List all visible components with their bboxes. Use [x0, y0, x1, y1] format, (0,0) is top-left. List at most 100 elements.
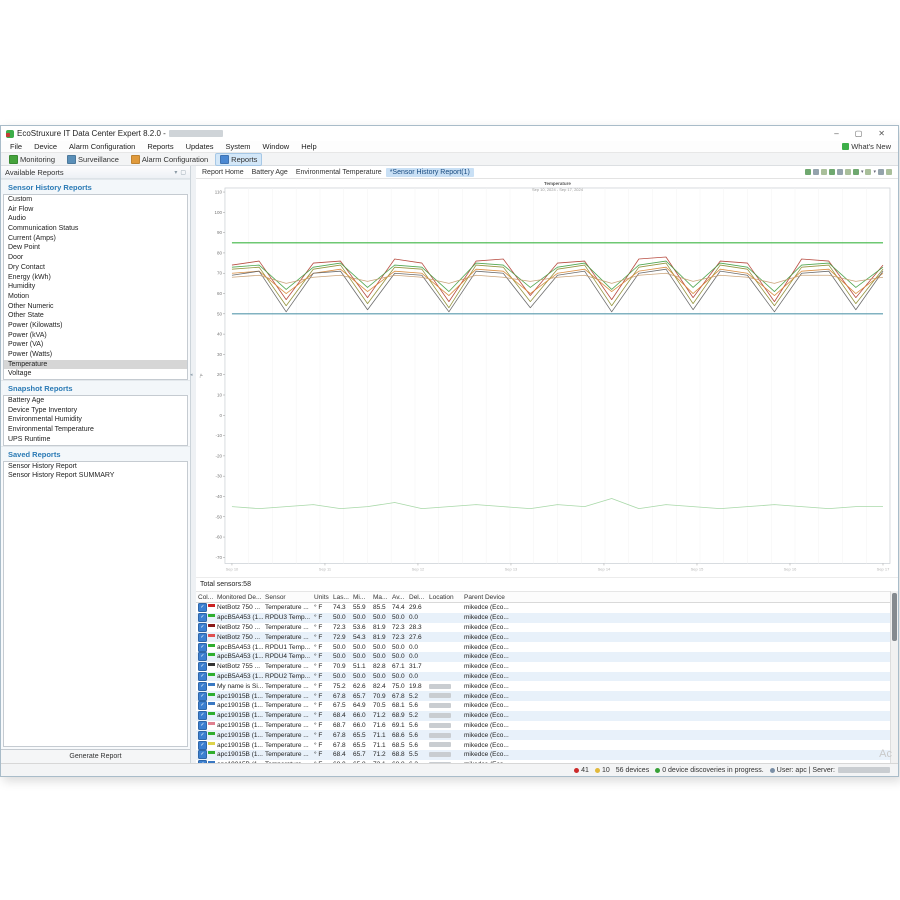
report-item-energy-kwh[interactable]: Energy (kWh): [4, 273, 187, 283]
table-view-icon[interactable]: [805, 169, 811, 175]
tab-report-home[interactable]: Report Home: [198, 168, 248, 177]
tab-sensor-history-report-1[interactable]: *Sensor History Report(1): [386, 168, 474, 177]
report-item-power-watts[interactable]: Power (Watts): [4, 350, 187, 360]
sensor-row[interactable]: ✓apc19015B (1...Temperature ...° F67.865…: [196, 730, 890, 740]
report-item-humidity[interactable]: Humidity: [4, 282, 187, 292]
column-header-las[interactable]: Las...: [331, 594, 351, 601]
table-scrollbar-thumb[interactable]: [892, 593, 897, 641]
sensor-row[interactable]: ✓NetBotz 750 ...Temperature ...° F72.353…: [196, 623, 890, 633]
sensor-row[interactable]: ✓apc19015B (1...Temperature ...° F68.466…: [196, 711, 890, 721]
row-checkbox[interactable]: ✓: [198, 760, 207, 763]
minimize-button[interactable]: –: [834, 129, 838, 138]
row-checkbox[interactable]: ✓: [198, 623, 207, 632]
row-checkbox[interactable]: ✓: [198, 652, 207, 661]
report-item-environmental-humidity[interactable]: Environmental Humidity: [4, 415, 187, 425]
row-checkbox[interactable]: ✓: [198, 701, 207, 710]
report-item-door[interactable]: Door: [4, 253, 187, 263]
report-item-dry-contact[interactable]: Dry Contact: [4, 263, 187, 273]
report-item-environmental-temperature[interactable]: Environmental Temperature: [4, 425, 187, 435]
whats-new-link[interactable]: What's New: [842, 142, 895, 151]
column-header-av[interactable]: Av...: [390, 594, 407, 601]
report-item-current-amps[interactable]: Current (Amps): [4, 234, 187, 244]
table-scrollbar[interactable]: [890, 591, 898, 763]
menu-help[interactable]: Help: [295, 142, 322, 151]
export-dropdown[interactable]: ▾: [861, 169, 864, 175]
row-checkbox[interactable]: ✓: [198, 633, 207, 642]
calendar-icon[interactable]: [845, 169, 851, 175]
row-checkbox[interactable]: ✓: [198, 692, 207, 701]
zoom-in-icon[interactable]: [829, 169, 835, 175]
maximize-panel-icon[interactable]: ▢: [180, 169, 186, 176]
perspective-reports[interactable]: Reports: [215, 153, 262, 166]
perspective-monitoring[interactable]: Monitoring: [4, 153, 60, 166]
column-header-monitored-de[interactable]: Monitored De...: [215, 594, 263, 601]
sensor-row[interactable]: ✓My name is Si...Temperature ...° F75.26…: [196, 681, 890, 691]
sensor-row[interactable]: ✓apcB5A453 (1...RPDU1 Temp...° F50.050.0…: [196, 642, 890, 652]
report-item-voltage[interactable]: Voltage: [4, 369, 187, 379]
layout-icon[interactable]: [865, 169, 871, 175]
row-checkbox[interactable]: ✓: [198, 672, 207, 681]
report-item-power-kva[interactable]: Power (kVA): [4, 331, 187, 341]
report-item-ups-runtime[interactable]: UPS Runtime: [4, 435, 187, 445]
report-item-air-flow[interactable]: Air Flow: [4, 205, 187, 215]
report-item-power-kilowatts[interactable]: Power (Kilowatts): [4, 321, 187, 331]
menu-window[interactable]: Window: [257, 142, 296, 151]
refresh-icon[interactable]: [821, 169, 827, 175]
sensor-row[interactable]: ✓NetBotz 750 ...Temperature ...° F74.355…: [196, 603, 890, 613]
generate-report-button[interactable]: Generate Report: [1, 749, 190, 763]
row-checkbox[interactable]: ✓: [198, 682, 207, 691]
menu-alarm-configuration[interactable]: Alarm Configuration: [63, 142, 141, 151]
zoom-out-icon[interactable]: [837, 169, 843, 175]
column-header-location[interactable]: Location: [427, 594, 462, 601]
row-checkbox[interactable]: ✓: [198, 711, 207, 720]
sensor-row[interactable]: ✓apc19015B (1...Temperature ...° F68.766…: [196, 721, 890, 731]
sensor-row[interactable]: ✓apc19015B (1...Temperature ...° F67.865…: [196, 691, 890, 701]
sensor-row[interactable]: ✓apc19015B (1...Temperature ...° F68.465…: [196, 750, 890, 760]
row-checkbox[interactable]: ✓: [198, 731, 207, 740]
report-item-custom[interactable]: Custom: [4, 195, 187, 205]
maximize-button[interactable]: ▢: [855, 129, 863, 138]
row-checkbox[interactable]: ✓: [198, 741, 207, 750]
row-checkbox[interactable]: ✓: [198, 603, 207, 612]
sensor-row[interactable]: ✓NetBotz 750 ...Temperature ...° F72.954…: [196, 632, 890, 642]
column-header-sensor[interactable]: Sensor: [263, 594, 312, 601]
perspective-alarm-configuration[interactable]: Alarm Configuration: [126, 153, 213, 166]
report-item-temperature[interactable]: Temperature: [4, 360, 187, 370]
row-checkbox[interactable]: ✓: [198, 613, 207, 622]
report-item-other-state[interactable]: Other State: [4, 311, 187, 321]
sensor-row[interactable]: ✓apc19015B (1...Temperature ...° F67.564…: [196, 701, 890, 711]
menu-file[interactable]: File: [4, 142, 28, 151]
column-header-ma[interactable]: Ma...: [371, 594, 390, 601]
menu-updates[interactable]: Updates: [180, 142, 220, 151]
menu-system[interactable]: System: [220, 142, 257, 151]
sensor-row[interactable]: ✓apcB5A453 (1...RPDU2 Temp...° F50.050.0…: [196, 672, 890, 682]
chart-view-icon[interactable]: [813, 169, 819, 175]
report-item-sensor-history-report[interactable]: Sensor History Report: [4, 462, 187, 472]
menu-device[interactable]: Device: [28, 142, 63, 151]
collapse-sash-icon[interactable]: ◂: [190, 372, 193, 378]
column-header-mi[interactable]: Mi...: [351, 594, 371, 601]
report-item-battery-age[interactable]: Battery Age: [4, 396, 187, 406]
layout-dropdown[interactable]: ▾: [873, 169, 876, 175]
print-icon[interactable]: [878, 169, 884, 175]
close-button[interactable]: ✕: [878, 129, 885, 138]
tab-battery-age[interactable]: Battery Age: [248, 168, 292, 177]
help-icon[interactable]: [886, 169, 892, 175]
report-item-dew-point[interactable]: Dew Point: [4, 243, 187, 253]
column-header-col[interactable]: Col...: [196, 594, 215, 601]
column-header-del[interactable]: Del...: [407, 594, 427, 601]
report-item-sensor-history-report-summary[interactable]: Sensor History Report SUMMARY: [4, 471, 187, 481]
report-item-motion[interactable]: Motion: [4, 292, 187, 302]
sensor-row[interactable]: ✓NetBotz 755 ...Temperature ...° F70.951…: [196, 662, 890, 672]
sensor-row[interactable]: ✓apc19015B (1...Temperature ...° F68.065…: [196, 760, 890, 763]
report-item-power-va[interactable]: Power (VA): [4, 340, 187, 350]
perspective-surveillance[interactable]: Surveillance: [62, 153, 124, 166]
row-checkbox[interactable]: ✓: [198, 750, 207, 759]
export-icon[interactable]: [853, 169, 859, 175]
tab-environmental-temperature[interactable]: Environmental Temperature: [292, 168, 386, 177]
menu-reports[interactable]: Reports: [141, 142, 179, 151]
report-item-audio[interactable]: Audio: [4, 214, 187, 224]
row-checkbox[interactable]: ✓: [198, 662, 207, 671]
report-item-communication-status[interactable]: Communication Status: [4, 224, 187, 234]
report-item-device-type-inventory[interactable]: Device Type Inventory: [4, 406, 187, 416]
